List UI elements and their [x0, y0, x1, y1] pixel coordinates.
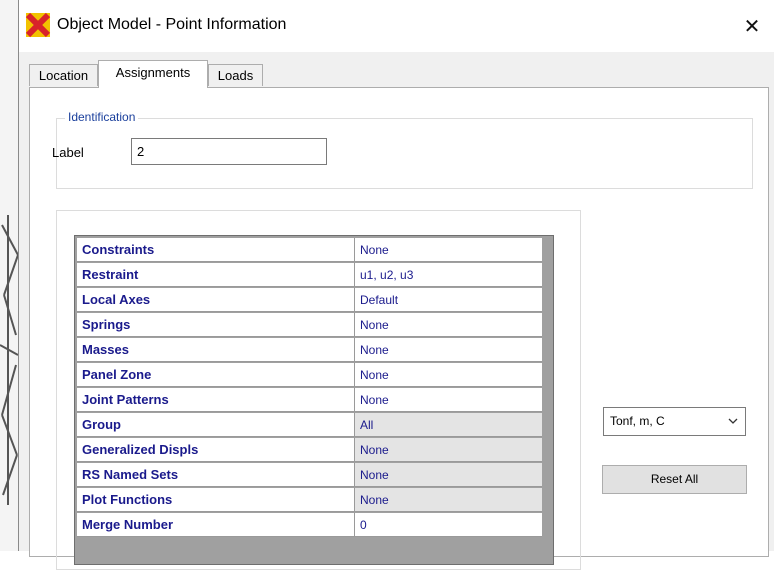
- assignment-value[interactable]: None: [355, 338, 542, 362]
- label-field[interactable]: 2: [131, 138, 327, 165]
- assignment-value[interactable]: 0: [355, 513, 542, 537]
- background-model-view: [0, 0, 20, 551]
- assignment-name: Group: [77, 413, 355, 437]
- grid-row[interactable]: Masses None: [77, 338, 542, 363]
- identification-legend: Identification: [65, 110, 139, 124]
- window-title: Object Model - Point Information: [57, 16, 287, 33]
- grid-row[interactable]: Generalized Displs None: [77, 438, 542, 463]
- assignment-name: Masses: [77, 338, 355, 362]
- assignment-name: Plot Functions: [77, 488, 355, 512]
- app-icon: [25, 12, 51, 38]
- assignment-value[interactable]: None: [355, 313, 542, 337]
- assignment-value[interactable]: u1, u2, u3: [355, 263, 542, 287]
- structure-model-fragment: [0, 215, 19, 505]
- title-bar: Object Model - Point Information ✕: [19, 0, 774, 52]
- assignment-value[interactable]: All: [355, 413, 542, 437]
- assignment-name: Restraint: [77, 263, 355, 287]
- assignment-name: Merge Number: [77, 513, 355, 537]
- assignment-value[interactable]: None: [355, 363, 542, 387]
- assignments-grid: Constraints None Restraint u1, u2, u3 Local …: [74, 235, 554, 565]
- assignment-value[interactable]: None: [355, 488, 542, 512]
- close-icon: ✕: [743, 15, 761, 38]
- assignment-name: RS Named Sets: [77, 463, 355, 487]
- assignment-value[interactable]: None: [355, 238, 542, 262]
- point-information-dialog: Object Model - Point Information ✕ Locat…: [18, 0, 774, 570]
- grid-row[interactable]: Local Axes Default: [77, 288, 542, 313]
- grid-row[interactable]: Group All: [77, 413, 542, 438]
- assignments-tab-panel: Identification Label 2 Constraints None Re…: [29, 87, 769, 570]
- assignment-name: Local Axes: [77, 288, 355, 312]
- assignment-name: Generalized Displs: [77, 438, 355, 462]
- assignment-value[interactable]: None: [355, 438, 542, 462]
- tab-assignments[interactable]: Assignments: [98, 60, 208, 88]
- units-selected-value: Tonf, m, C: [610, 414, 665, 428]
- assignment-value[interactable]: None: [355, 388, 542, 412]
- grid-row[interactable]: Plot Functions None: [77, 488, 542, 513]
- assignment-name: Joint Patterns: [77, 388, 355, 412]
- units-dropdown[interactable]: Tonf, m, C: [603, 407, 746, 436]
- assignment-value[interactable]: Default: [355, 288, 542, 312]
- assignment-name: Panel Zone: [77, 363, 355, 387]
- chevron-down-icon: [727, 408, 739, 446]
- assignment-name: Constraints: [77, 238, 355, 262]
- grid-row[interactable]: Panel Zone None: [77, 363, 542, 388]
- label-caption: Label: [52, 145, 84, 160]
- grid-row[interactable]: Constraints None: [77, 238, 542, 263]
- tab-loads[interactable]: Loads: [208, 64, 263, 86]
- tab-location[interactable]: Location: [29, 64, 98, 86]
- grid-row[interactable]: Merge Number 0: [77, 513, 542, 538]
- grid-row[interactable]: Joint Patterns None: [77, 388, 542, 413]
- grid-row[interactable]: RS Named Sets None: [77, 463, 542, 488]
- reset-all-button[interactable]: Reset All: [602, 465, 747, 494]
- grid-row[interactable]: Springs None: [77, 313, 542, 338]
- close-button[interactable]: ✕: [729, 0, 774, 52]
- grid-row[interactable]: Restraint u1, u2, u3: [77, 263, 542, 288]
- assignment-value[interactable]: None: [355, 463, 542, 487]
- tab-strip: Location Assignments Loads: [19, 60, 774, 88]
- assignment-name: Springs: [77, 313, 355, 337]
